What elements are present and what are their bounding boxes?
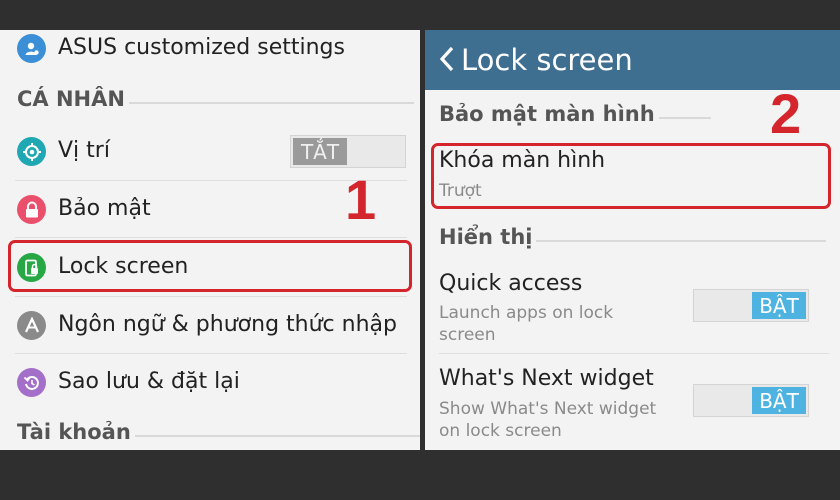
language-label: Ngôn ngữ & phương thức nhập (58, 312, 397, 337)
quick-access-toggle[interactable]: BẬT (693, 289, 809, 322)
section-header-account: Tài khoản (17, 420, 420, 444)
section-divider-line (658, 117, 711, 119)
section-screen-security-label: Bảo mật màn hình (439, 102, 655, 126)
location-icon (17, 137, 46, 166)
section-header-personal: CÁ NHÂN (17, 87, 414, 111)
header-title: Lock screen (461, 43, 633, 77)
list-divider (15, 353, 407, 354)
quick-access-title: Quick access (439, 271, 583, 296)
location-toggle-state: TẮT (293, 138, 347, 165)
asus-settings-icon (17, 34, 46, 63)
quick-access-toggle-state: BẬT (752, 292, 806, 319)
section-divider-line (134, 435, 420, 437)
step-number-1: 1 (345, 168, 377, 231)
language-input-item[interactable]: Ngôn ngữ & phương thức nhập (0, 306, 420, 346)
quick-access-item[interactable]: Quick access Launch apps on lock screen … (425, 268, 840, 348)
whats-next-title: What's Next widget (439, 366, 654, 391)
highlight-box-screen-lock (431, 143, 831, 209)
lock-icon (17, 195, 46, 224)
backup-reset-label: Sao lưu & đặt lại (58, 369, 240, 394)
lock-screen-panel: Lock screen Bảo mật màn hình Khóa màn hì… (425, 30, 840, 450)
list-divider (15, 237, 407, 238)
whats-next-subtitle: Show What's Next widget on lock screen (439, 399, 657, 441)
quick-access-subtitle: Launch apps on lock screen (439, 303, 614, 345)
section-header-screen-security: Bảo mật màn hình (439, 102, 711, 126)
backup-reset-item[interactable]: Sao lưu & đặt lại (0, 363, 420, 403)
section-header-display: Hiển thị (439, 225, 827, 249)
section-divider-line (128, 102, 414, 104)
location-label: Vị trí (58, 138, 110, 163)
back-arrow-icon[interactable] (437, 44, 457, 78)
asus-customized-settings-label: ASUS customized settings (58, 35, 345, 60)
highlight-box-lock-screen (8, 240, 412, 292)
list-divider (15, 296, 407, 297)
asus-customized-settings-item[interactable]: ASUS customized settings (0, 32, 420, 66)
whats-next-toggle[interactable]: BẬT (693, 384, 809, 417)
backup-icon (17, 368, 46, 397)
list-divider (439, 353, 829, 354)
section-display-label: Hiển thị (439, 225, 533, 249)
language-icon (17, 311, 46, 340)
settings-list-panel: ASUS customized settings CÁ NHÂN Vị trí … (0, 30, 420, 450)
section-divider-line (536, 240, 827, 242)
location-toggle[interactable]: TẮT (290, 135, 406, 168)
section-personal-label: CÁ NHÂN (17, 87, 125, 111)
step-number-2: 2 (770, 82, 802, 145)
section-account-label: Tài khoản (17, 420, 131, 444)
whats-next-widget-item[interactable]: What's Next widget Show What's Next widg… (425, 362, 840, 444)
lock-screen-header: Lock screen (425, 30, 840, 90)
security-label: Bảo mật (58, 196, 151, 221)
whats-next-toggle-state: BẬT (752, 387, 806, 414)
